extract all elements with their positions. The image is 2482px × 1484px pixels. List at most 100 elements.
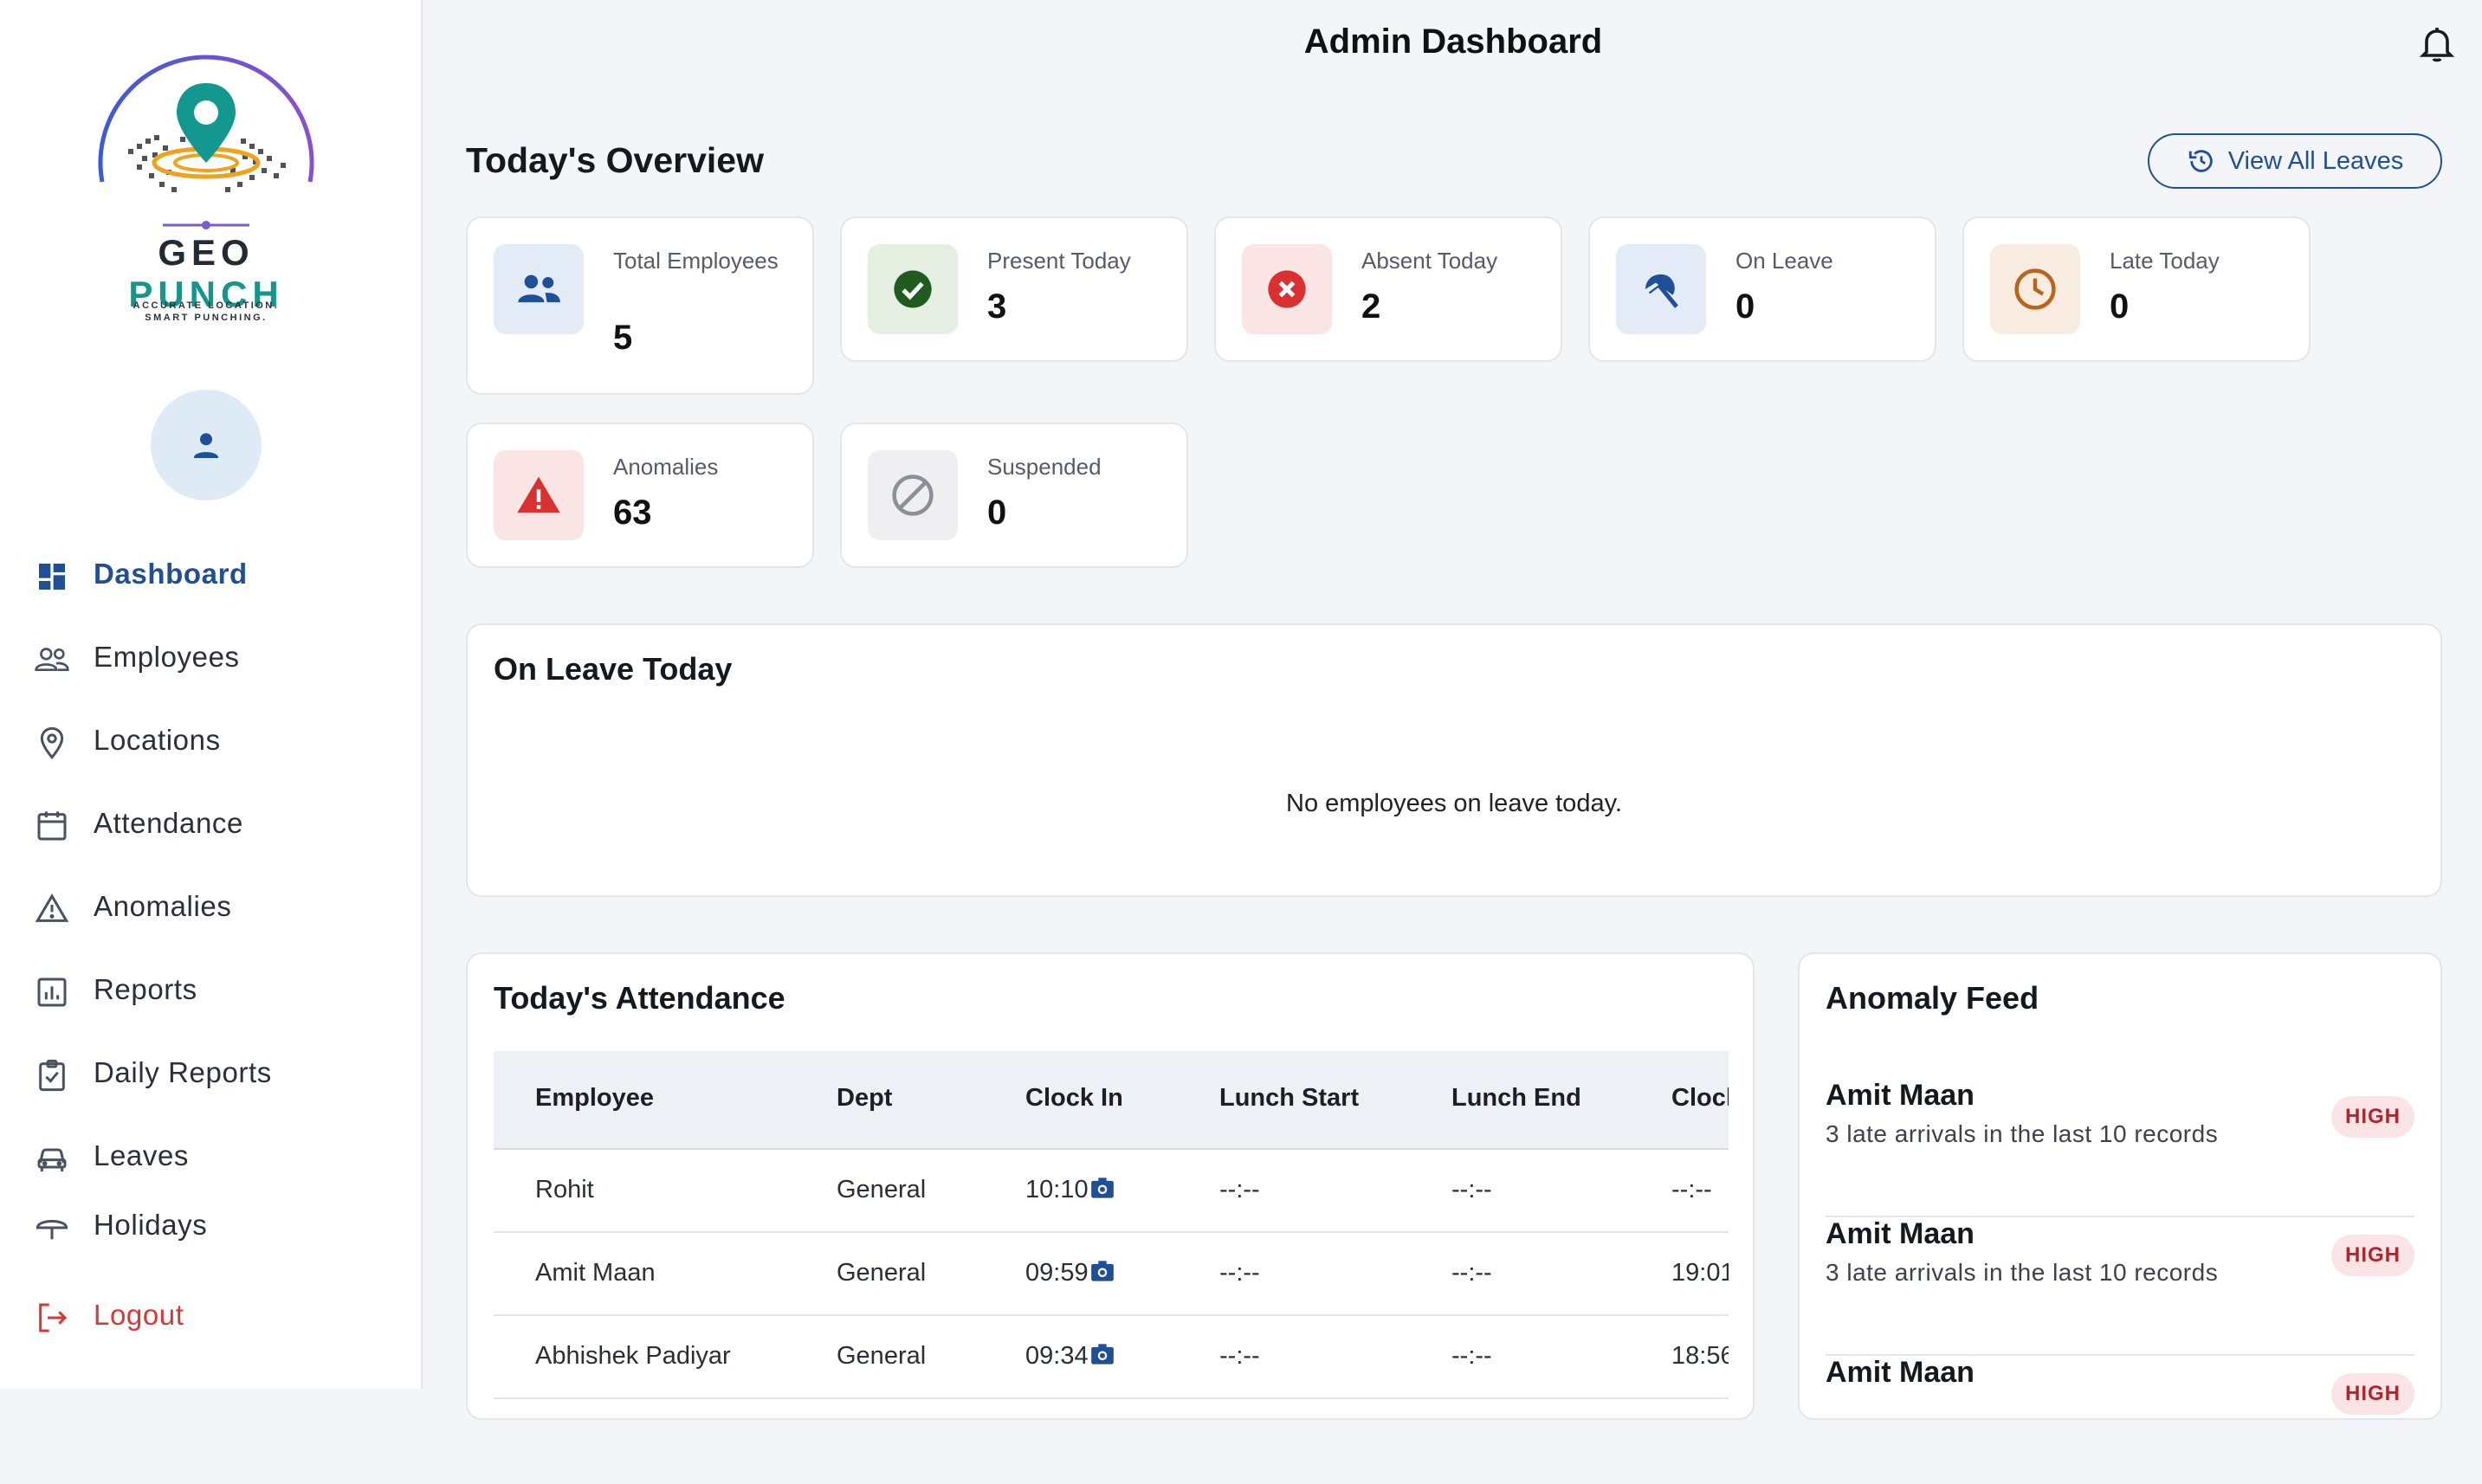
stat-value: 0	[2110, 287, 2130, 326]
beach-umbrella-icon	[1616, 244, 1706, 334]
stat-card-suspended: Suspended 0	[840, 423, 1188, 568]
stat-card-anomalies: Anomalies 63	[466, 423, 814, 568]
sidebar-item-anomalies[interactable]: Anomalies	[0, 876, 421, 939]
table-row[interactable]: Amit Maan General 09:59 --:-- --:-- 19:0…	[494, 1233, 1729, 1316]
sidebar-item-label: Holidays	[94, 1209, 208, 1241]
sidebar-item-attendance[interactable]: Attendance	[0, 793, 421, 855]
sidebar-item-label: Attendance	[94, 807, 243, 839]
anomaly-feed-item[interactable]: Amit Maan HIGH	[1826, 1356, 2414, 1418]
brand-tagline-line-1: ACCURATE LOCATION.	[133, 300, 280, 311]
camera-icon[interactable]	[1090, 1177, 1115, 1199]
stat-label: Suspended	[987, 454, 1102, 480]
report-chart-icon	[33, 975, 71, 1010]
cell-lunch-end: --:--	[1451, 1259, 1492, 1287]
cell-lunch-end: --:--	[1451, 1342, 1492, 1370]
anomaly-feed-item[interactable]: Amit Maan 3 late arrivals in the last 10…	[1826, 1079, 2414, 1217]
people-icon	[33, 642, 71, 677]
cell-lunch-start: --:--	[1219, 1259, 1260, 1287]
cell-dept: General	[837, 1176, 927, 1203]
camera-icon[interactable]	[1090, 1343, 1115, 1365]
column-header-clock-out[interactable]: Clock Out	[1671, 1084, 1729, 1113]
stat-label: Absent Today	[1361, 248, 1498, 274]
sidebar-item-label: Reports	[94, 973, 197, 1005]
sidebar-item-label: Locations	[94, 724, 221, 756]
cancel-circle-icon	[1242, 244, 1332, 334]
anomaly-feed-title: Anomaly Feed	[1826, 980, 2039, 1016]
view-all-leaves-label: View All Leaves	[2227, 146, 2404, 175]
warning-icon	[33, 892, 71, 926]
clock-in-time: 09:34	[1025, 1342, 1089, 1370]
logout-label: Logout	[94, 1299, 184, 1331]
anomaly-feed-card: Anomaly Feed Amit Maan 3 late arrivals i…	[1798, 952, 2442, 1420]
on-leave-title: On Leave Today	[494, 651, 733, 687]
anomaly-employee-name: Amit Maan	[1826, 1217, 1975, 1250]
stat-value: 3	[987, 287, 1007, 326]
camera-icon[interactable]	[1090, 1260, 1115, 1282]
sidebar-item-label: Employees	[94, 641, 240, 673]
sidebar-item-label: Daily Reports	[94, 1056, 272, 1088]
stat-card-absent-today: Absent Today 2	[1214, 216, 1562, 362]
warning-icon	[494, 450, 584, 540]
stat-value: 5	[613, 319, 633, 357]
stat-card-total-employees: Total Employees 5	[466, 216, 814, 395]
column-header-employee[interactable]: Employee	[535, 1084, 654, 1113]
sidebar-item-label: Anomalies	[94, 890, 232, 922]
stat-value: 0	[987, 494, 1007, 532]
cell-lunch-start: --:--	[1219, 1342, 1260, 1370]
sidebar-item-daily-reports[interactable]: Daily Reports	[0, 1042, 421, 1105]
cell-employee: Rohit	[535, 1176, 594, 1203]
sidebar-item-holidays[interactable]: Holidays	[0, 1195, 421, 1247]
cell-clock-out: 18:56	[1671, 1342, 1729, 1370]
sidebar-item-locations[interactable]: Locations	[0, 710, 421, 772]
table-row[interactable]: Abhishek Padiyar General 09:34 --:-- --:…	[494, 1316, 1729, 1399]
logout-icon	[33, 1300, 71, 1335]
cell-lunch-end: --:--	[1451, 1176, 1492, 1203]
page-title: Admin Dashboard	[1303, 23, 1603, 61]
severity-badge: HIGH	[2331, 1235, 2414, 1276]
cell-dept: General	[837, 1342, 927, 1370]
dashboard-icon	[33, 559, 71, 594]
user-avatar[interactable]	[151, 390, 262, 500]
sidebar-item-dashboard[interactable]: Dashboard	[0, 544, 421, 606]
sidebar-item-reports[interactable]: Reports	[0, 959, 421, 1022]
anomaly-employee-name: Amit Maan	[1826, 1079, 1975, 1112]
sidebar-item-label: Dashboard	[94, 558, 248, 590]
anomaly-feed-item[interactable]: Amit Maan 3 late arrivals in the last 10…	[1826, 1217, 2414, 1356]
stat-label: Anomalies	[613, 454, 719, 480]
attendance-table[interactable]: Employee Dept Clock In Lunch Start Lunch…	[494, 1051, 1729, 1484]
sidebar-item-label: Leaves	[94, 1139, 190, 1171]
check-circle-icon	[868, 244, 958, 334]
view-all-leaves-button[interactable]: View All Leaves	[2148, 133, 2442, 189]
stat-label: On Leave	[1735, 248, 1833, 274]
severity-badge: HIGH	[2331, 1096, 2414, 1138]
column-header-clock-in[interactable]: Clock In	[1025, 1084, 1123, 1113]
car-icon	[33, 1141, 71, 1176]
geo-punch-logo: GEO PUNCH ACCURATE LOCATION. SMART PUNCH…	[76, 52, 336, 329]
cell-clock-in: 09:59	[1025, 1259, 1115, 1287]
stat-card-late-today: Late Today 0	[1962, 216, 2311, 362]
calendar-icon	[33, 809, 71, 843]
table-row[interactable]: Rohit General 10:10 --:-- --:-- --:--	[494, 1150, 1729, 1233]
block-icon	[868, 450, 958, 540]
on-leave-today-card: On Leave Today No employees on leave tod…	[466, 623, 2442, 897]
column-header-lunch-start[interactable]: Lunch Start	[1219, 1084, 1359, 1113]
logout-button[interactable]: Logout	[0, 1285, 421, 1347]
clock-icon	[1990, 244, 2080, 334]
stat-label: Total Employees	[613, 248, 779, 274]
stat-value: 0	[1735, 287, 1755, 326]
sidebar-item-leaves[interactable]: Leaves	[0, 1126, 421, 1188]
column-header-lunch-end[interactable]: Lunch End	[1451, 1084, 1581, 1113]
severity-badge: HIGH	[2331, 1373, 2414, 1415]
cell-clock-out: 19:01	[1671, 1259, 1729, 1287]
stat-card-present-today: Present Today 3	[840, 216, 1188, 362]
sidebar-item-employees[interactable]: Employees	[0, 627, 421, 689]
table-header: Employee Dept Clock In Lunch Start Lunch…	[494, 1051, 1729, 1150]
person-icon	[193, 433, 219, 458]
cell-lunch-start: --:--	[1219, 1176, 1260, 1203]
column-header-dept[interactable]: Dept	[837, 1084, 892, 1113]
anomaly-description: 3 late arrivals in the last 10 records	[1826, 1120, 2219, 1147]
clipboard-check-icon	[33, 1058, 71, 1093]
notifications-bell-icon[interactable]	[2416, 23, 2458, 64]
anomaly-description: 3 late arrivals in the last 10 records	[1826, 1259, 2219, 1286]
main-content: Admin Dashboard Today's Overview View Al…	[424, 0, 2482, 1420]
